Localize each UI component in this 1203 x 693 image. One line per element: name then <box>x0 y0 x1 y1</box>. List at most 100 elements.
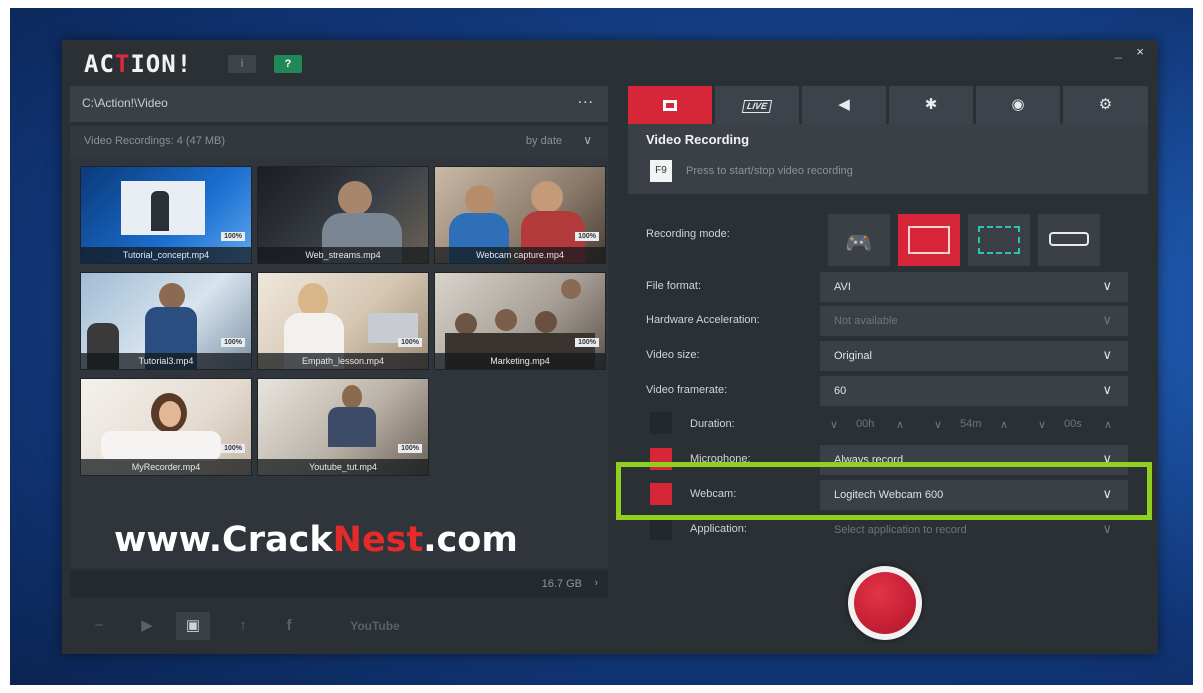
file-format-value: AVI <box>834 281 851 293</box>
video-name: Tutorial_concept.mp4 <box>81 247 251 263</box>
video-name: Tutorial3.mp4 <box>81 353 251 369</box>
chevron-down-icon: ∨ <box>1102 278 1112 293</box>
video-name: Web_streams.mp4 <box>258 247 428 263</box>
delete-button[interactable]: − <box>82 612 116 640</box>
info-button[interactable]: i <box>228 55 256 73</box>
video-size-select[interactable]: Original ∨ <box>820 341 1128 371</box>
camera-icon: ◉ <box>1011 96 1025 113</box>
mode-region-button[interactable] <box>968 214 1030 266</box>
chevron-down-icon: ∨ <box>1102 347 1112 362</box>
video-grid: 100% Tutorial_concept.mp4 Web_streams.mp… <box>70 158 608 568</box>
video-thumbnail[interactable]: 100% MyRecorder.mp4 <box>80 378 252 476</box>
video-thumbnail[interactable]: 100% Webcam capture.mp4 <box>434 166 606 264</box>
gamepad-icon: 🎮 <box>845 230 873 255</box>
duration-stepper[interactable]: ∨ 00h ∧ ∨ 54m ∧ ∨ 00s ∧ <box>820 410 1128 440</box>
recording-mode-label: Recording mode: <box>646 228 730 240</box>
chevron-down-icon[interactable]: ∨ <box>1038 418 1046 431</box>
play-button[interactable]: ▶ <box>130 612 164 640</box>
duration-label: Duration: <box>690 418 735 430</box>
application-value: Select application to record <box>834 524 967 536</box>
recordings-header: Video Recordings: 4 (47 MB) by date ∨ <box>70 126 608 158</box>
storage-bar: 16.7 GB › <box>70 570 608 598</box>
hw-accel-value: Not available <box>834 315 898 327</box>
video-thumbnail[interactable]: 100% Empath_lesson.mp4 <box>257 272 429 370</box>
tab-settings[interactable]: ⚙ <box>1063 86 1148 124</box>
progress-badge: 100% <box>221 232 245 241</box>
youtube-button[interactable]: YouTube <box>320 612 430 640</box>
video-name: Marketing.mp4 <box>435 353 605 369</box>
progress-badge: 100% <box>575 338 599 347</box>
tab-live[interactable]: LIVE <box>715 86 799 124</box>
output-path-bar: C:\Action!\Video ... <box>70 86 608 122</box>
mode-game-button[interactable]: 🎮 <box>828 214 890 266</box>
tab-bar: LIVE ◀ ✱ ◉ ⚙ <box>628 86 1148 124</box>
upload-button[interactable]: ↑ <box>226 612 260 640</box>
edit-button[interactable]: ▣ <box>176 612 210 640</box>
chevron-right-icon[interactable]: › <box>594 577 598 589</box>
output-path: C:\Action!\Video <box>82 96 168 110</box>
video-recording-header: Video Recording F9 Press to start/stop v… <box>628 124 1148 194</box>
watermark-text: www.CrackNest.com <box>114 520 518 560</box>
app-logo: ACTION! <box>84 50 193 78</box>
progress-badge: 100% <box>221 444 245 453</box>
video-thumbnail[interactable]: Web_streams.mp4 <box>257 166 429 264</box>
duration-seconds: 00s <box>1064 418 1082 430</box>
chevron-down-icon[interactable]: ∨ <box>583 133 592 147</box>
video-thumbnail[interactable]: 100% Youtube_tut.mp4 <box>257 378 429 476</box>
title-bar: ACTION! i ? _ × <box>62 40 1158 86</box>
progress-badge: 100% <box>221 338 245 347</box>
sort-dropdown[interactable]: by date <box>526 135 562 147</box>
chevron-up-icon[interactable]: ∧ <box>1000 418 1008 431</box>
screen-region-icon <box>908 226 950 254</box>
video-name: Empath_lesson.mp4 <box>258 353 428 369</box>
chevron-down-icon: ∨ <box>1102 521 1112 536</box>
chevron-down-icon[interactable]: ∨ <box>934 418 942 431</box>
video-thumbnail[interactable]: 100% Marketing.mp4 <box>434 272 606 370</box>
framerate-select[interactable]: 60 ∨ <box>820 376 1128 406</box>
minimize-button[interactable]: _ <box>1115 44 1122 59</box>
region-select-icon <box>978 226 1020 254</box>
close-button[interactable]: × <box>1136 44 1144 59</box>
chevron-down-icon[interactable]: ∨ <box>830 418 838 431</box>
watermark-part: www.Crack <box>114 520 333 560</box>
file-format-label: File format: <box>646 280 702 292</box>
record-icon <box>854 572 916 634</box>
webcam-highlight-box <box>616 462 1152 520</box>
live-icon: LIVE <box>741 100 773 113</box>
record-button[interactable] <box>848 566 922 640</box>
mode-hdmi-button[interactable] <box>1038 214 1100 266</box>
hotkey-field[interactable]: F9 <box>650 160 672 182</box>
help-button[interactable]: ? <box>274 55 302 73</box>
video-size-label: Video size: <box>646 349 700 361</box>
section-title: Video Recording <box>646 132 750 147</box>
browse-folder-button[interactable]: ... <box>578 90 594 108</box>
tab-audio[interactable]: ◀ <box>802 86 886 124</box>
watermark-part: Nest <box>332 520 424 560</box>
gear-icon: ⚙ <box>1098 96 1113 113</box>
chevron-up-icon[interactable]: ∧ <box>896 418 904 431</box>
chevron-up-icon[interactable]: ∧ <box>1104 418 1112 431</box>
facebook-button[interactable]: f <box>272 612 306 640</box>
tab-screenshot[interactable]: ◉ <box>976 86 1060 124</box>
duration-minutes: 54m <box>960 418 982 430</box>
file-format-select[interactable]: AVI ∨ <box>820 272 1128 302</box>
video-thumbnail[interactable]: 100% Tutorial3.mp4 <box>80 272 252 370</box>
application-checkbox[interactable] <box>650 518 672 540</box>
video-thumbnail[interactable]: 100% Tutorial_concept.mp4 <box>80 166 252 264</box>
hw-accel-select[interactable]: Not available ∨ <box>820 306 1128 336</box>
speaker-icon: ◀ <box>838 96 850 113</box>
action-app-window: ACTION! i ? _ × C:\Action!\Video ... Vid… <box>62 40 1158 654</box>
video-name: MyRecorder.mp4 <box>81 459 251 475</box>
hw-accel-label: Hardware Acceleration: <box>646 314 760 326</box>
tab-benchmark[interactable]: ✱ <box>889 86 973 124</box>
duration-checkbox[interactable] <box>650 412 672 434</box>
tab-video-recording[interactable] <box>628 86 712 124</box>
video-name: Youtube_tut.mp4 <box>258 459 428 475</box>
mode-active-screen-button[interactable] <box>898 214 960 266</box>
video-size-value: Original <box>834 350 872 362</box>
record-icon <box>663 99 677 111</box>
hdmi-icon <box>1049 232 1089 246</box>
hotkey-hint: Press to start/stop video recording <box>686 165 853 177</box>
watermark-part: .com <box>423 520 518 560</box>
progress-badge: 100% <box>575 232 599 241</box>
